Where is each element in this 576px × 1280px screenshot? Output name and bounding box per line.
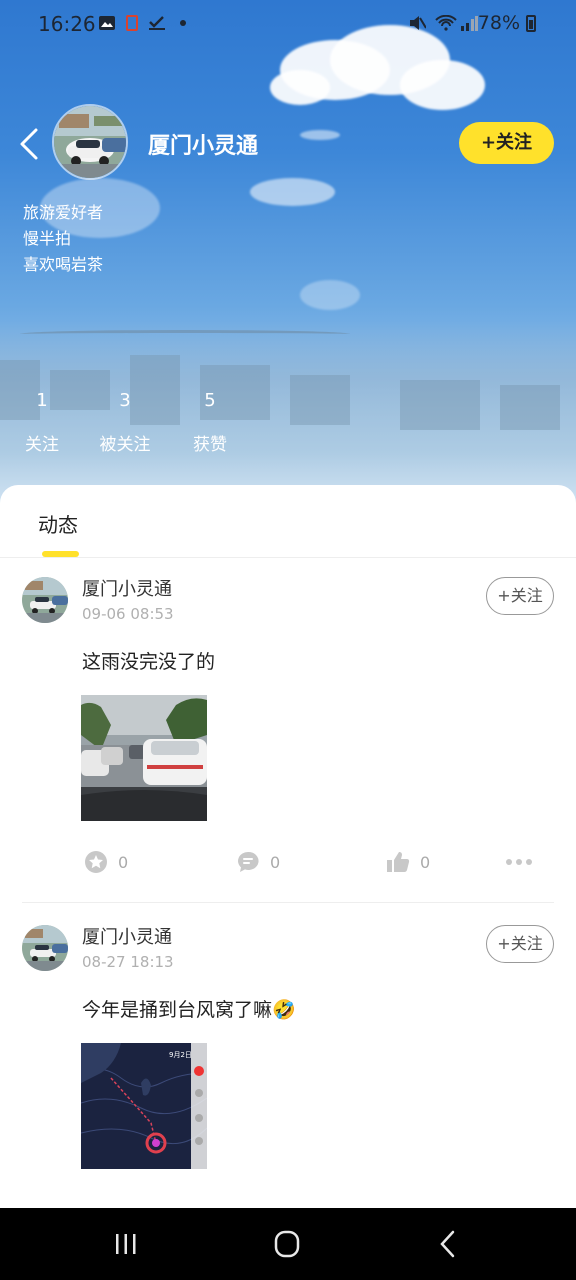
bio-line: 慢半拍 <box>23 229 72 248</box>
post-author-avatar[interactable] <box>22 925 68 971</box>
post-timestamp: 09-06 08:53 <box>82 605 174 623</box>
comment-count: 0 <box>270 852 281 872</box>
bridge-silhouette <box>20 330 350 338</box>
rainy-traffic-photo <box>81 695 207 821</box>
home-button[interactable] <box>267 1226 307 1262</box>
like-count: 0 <box>420 852 431 872</box>
stat-following-count: 1 <box>36 390 48 411</box>
bio-line: 喜欢喝岩茶 <box>23 255 104 274</box>
typhoon-map-screenshot: 9月2日 <box>81 1043 207 1169</box>
more-button[interactable] <box>504 847 534 877</box>
gallery-icon <box>99 16 115 30</box>
system-nav-bar <box>0 1208 576 1280</box>
profile-avatar[interactable] <box>52 104 128 180</box>
profile-bio: 旅游爱好者 慢半拍 喜欢喝岩茶 <box>23 200 103 278</box>
home-icon <box>274 1230 300 1258</box>
system-back-button[interactable] <box>428 1226 468 1262</box>
recent-apps-button[interactable] <box>106 1226 146 1262</box>
map-date-label: 9月2日 <box>169 1051 192 1059</box>
post-author-name[interactable]: 厦门小灵通 <box>82 923 172 949</box>
thumbs-up-icon <box>387 852 410 872</box>
back-arrow-icon <box>440 1230 455 1258</box>
comment-icon <box>238 851 259 872</box>
app-notification-icon <box>126 15 138 31</box>
post-text: 今年是捅到台风窝了嘛🤣 <box>82 999 296 1021</box>
post-item[interactable]: 厦门小灵通 08-27 18:13 +关注 今年是捅到台风窝了嘛🤣 9月2日 <box>0 925 576 1208</box>
more-dots-icon <box>506 859 532 865</box>
post-image-rainy-traffic[interactable] <box>81 695 207 821</box>
stat-followers[interactable]: 3 被关注 <box>96 390 154 455</box>
post-author-avatar[interactable] <box>22 577 68 623</box>
feed-panel: 动态 厦门小灵通 09-06 08:53 +关注 这雨没完没了的 0 0 0 厦… <box>0 485 576 1208</box>
stat-followers-count: 3 <box>119 390 131 411</box>
follow-button[interactable]: +关注 <box>459 122 554 164</box>
stat-following-label: 关注 <box>25 435 59 455</box>
post-timestamp: 08-27 18:13 <box>82 953 174 971</box>
chevron-left-icon <box>20 128 38 160</box>
stat-likes[interactable]: 5 获赞 <box>190 390 230 455</box>
stat-following[interactable]: 1 关注 <box>22 390 62 455</box>
favorite-button[interactable]: 0 <box>84 847 128 877</box>
car-avatar-image <box>22 577 68 623</box>
post-item[interactable]: 厦门小灵通 09-06 08:53 +关注 这雨没完没了的 0 0 0 <box>0 577 576 877</box>
back-button[interactable] <box>14 124 44 164</box>
stat-likes-label: 获赞 <box>193 435 227 455</box>
post-follow-button[interactable]: +关注 <box>486 577 554 615</box>
post-text: 这雨没完没了的 <box>82 651 216 673</box>
recent-apps-icon <box>116 1234 136 1254</box>
comment-button[interactable]: 0 <box>236 847 280 877</box>
divider <box>0 557 576 558</box>
stat-followers-label: 被关注 <box>99 435 151 455</box>
star-icon <box>85 851 107 873</box>
mute-icon <box>410 16 426 30</box>
wifi-icon <box>435 15 457 31</box>
stat-likes-count: 5 <box>204 390 216 411</box>
post-author-name[interactable]: 厦门小灵通 <box>82 575 172 601</box>
favorite-count: 0 <box>118 852 129 872</box>
signal-icon <box>461 16 478 31</box>
tab-activity[interactable]: 动态 <box>38 509 78 538</box>
profile-stats: 1 关注 3 被关注 5 获赞 <box>0 390 300 460</box>
status-bar: 16:26 78% <box>0 0 576 48</box>
car-avatar-image <box>22 925 68 971</box>
like-button[interactable]: 0 <box>386 847 430 877</box>
task-check-icon <box>149 16 165 30</box>
battery-percent: 78% <box>477 12 520 34</box>
dot-indicator-icon <box>180 20 186 26</box>
status-time: 16:26 <box>38 12 96 36</box>
post-follow-button[interactable]: +关注 <box>486 925 554 963</box>
post-image-typhoon-map[interactable]: 9月2日 <box>81 1043 207 1169</box>
profile-username: 厦门小灵通 <box>148 134 259 159</box>
battery-icon <box>526 15 536 32</box>
post-divider <box>22 902 554 903</box>
post-actions: 0 0 0 <box>0 847 576 877</box>
bio-line: 旅游爱好者 <box>23 203 104 222</box>
